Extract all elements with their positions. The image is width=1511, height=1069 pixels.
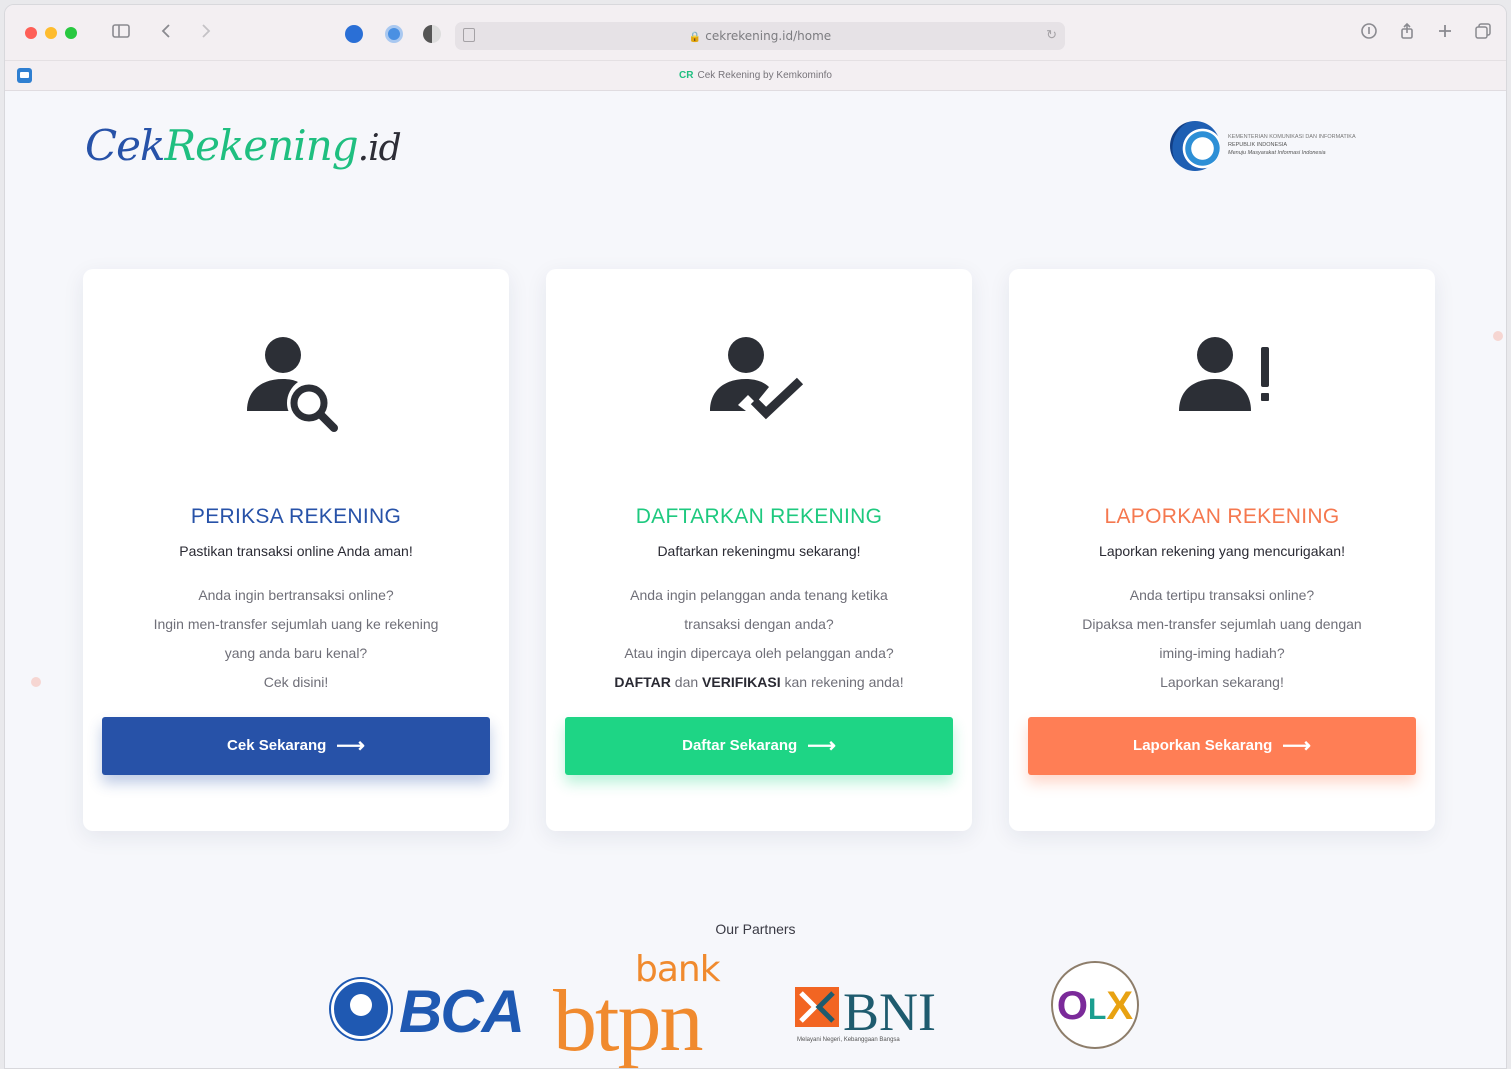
kominfo-emblem-icon: [1170, 121, 1220, 171]
user-search-icon: [241, 331, 351, 441]
extension-darkmode-icon[interactable]: [423, 25, 441, 43]
olx-letter-o: O: [1056, 984, 1089, 1028]
desc-line: Atau ingin dipercaya oleh pelanggan anda…: [624, 645, 894, 661]
logo-text-rekening: Rekening: [164, 121, 358, 170]
extension-privacy-icon[interactable]: [345, 25, 363, 43]
desc-bold: DAFTAR: [614, 674, 671, 690]
window-controls: [25, 27, 77, 39]
laporkan-sekarang-button[interactable]: Laporkan Sekarang ⟶: [1028, 717, 1416, 775]
bca-seal-icon: [331, 979, 391, 1039]
desc-line: Laporkan sekarang!: [1160, 674, 1284, 690]
url-text: cekrekening.id/home: [705, 29, 832, 43]
arrow-right-icon: ⟶: [1282, 735, 1311, 757]
desc-line: Cek disini!: [263, 674, 329, 690]
browser-toolbar: 🔒 cekrekening.id/home ↻: [5, 5, 1506, 61]
bni-mark-icon: [795, 987, 839, 1027]
cekrekening-logo[interactable]: CekRekening.id: [85, 121, 402, 170]
desc-line: iming-iming hadiah?: [1159, 645, 1285, 661]
card-title: PERIKSA REKENING: [190, 505, 402, 528]
decorative-dot: [31, 677, 41, 687]
card-subtitle: Pastikan transaksi online Anda aman!: [179, 543, 413, 559]
page-content: CekRekening.id KEMENTERIAN KOMUNIKASI DA…: [5, 91, 1506, 1069]
share-icon[interactable]: [1395, 21, 1419, 45]
bca-wordmark: BCA: [399, 978, 525, 1045]
card-description: Anda tertipu transaksi online? Dipaksa m…: [1029, 581, 1415, 697]
arrow-right-icon: ⟶: [807, 735, 836, 757]
reload-icon[interactable]: ↻: [1046, 27, 1057, 43]
olx-letter-x: X: [1106, 984, 1134, 1028]
card-periksa-rekening: PERIKSA REKENING Pastikan transaksi onli…: [83, 269, 509, 831]
partners-title: Our Partners: [715, 921, 796, 937]
tab-title: Cek Rekening by Kemkominfo: [697, 70, 832, 81]
zoom-window-button[interactable]: [65, 27, 77, 39]
ministry-country: REPUBLIK INDONESIA: [1228, 142, 1287, 148]
lock-icon: 🔒: [688, 32, 702, 43]
desc-bold: VERIFIKASI: [702, 674, 781, 690]
desc-line: Ingin men-transfer sejumlah uang ke reke…: [153, 616, 439, 632]
desc-line: transaksi dengan anda?: [684, 616, 834, 632]
decorative-dot: [1493, 331, 1503, 341]
downloads-icon[interactable]: [1357, 21, 1381, 45]
desc-line: Anda ingin bertransaksi online?: [198, 587, 394, 603]
partner-olx-logo[interactable]: OLX: [1051, 961, 1139, 1049]
new-tab-icon[interactable]: [1433, 21, 1457, 45]
card-title: LAPORKAN REKENING: [1104, 505, 1340, 528]
desc-text: dan: [670, 674, 703, 690]
partner-bca-logo[interactable]: BCA: [331, 977, 527, 1045]
back-icon[interactable]: [155, 21, 179, 45]
card-subtitle: Daftarkan rekeningmu sekarang!: [657, 543, 861, 559]
desc-line: Dipaksa men-transfer sejumlah uang denga…: [1082, 616, 1362, 632]
tab-favicon: CR: [679, 70, 694, 81]
card-title: DAFTARKAN REKENING: [635, 505, 883, 528]
desc-line: Anda ingin pelanggan anda tenang ketika: [630, 587, 888, 603]
forward-icon[interactable]: [193, 21, 217, 45]
daftar-sekarang-button[interactable]: Daftar Sekarang ⟶: [565, 717, 953, 775]
close-window-button[interactable]: [25, 27, 37, 39]
logo-text-cek: Cek: [85, 121, 165, 170]
ministry-tagline: Menuju Masyarakat Informasi Indonesia: [1228, 150, 1326, 156]
olx-letter-l: L: [1088, 993, 1107, 1026]
card-laporkan-rekening: LAPORKAN REKENING Laporkan rekening yang…: [1009, 269, 1435, 831]
desc-line: yang anda baru kenal?: [224, 645, 368, 661]
sidebar-toggle-icon[interactable]: [109, 21, 133, 45]
browser-window: 🔒 cekrekening.id/home ↻ CR Cek Rekening by…: [4, 4, 1507, 1069]
extension-blocker-icon[interactable]: [385, 25, 403, 43]
desc-line: Anda tertipu transaksi online?: [1129, 587, 1315, 603]
btpn-wordmark: btpn: [553, 973, 703, 1069]
card-description: Anda ingin bertransaksi online? Ingin me…: [103, 581, 489, 697]
cek-sekarang-button[interactable]: Cek Sekarang ⟶: [102, 717, 490, 775]
active-tab[interactable]: CR Cek Rekening by Kemkominfo: [5, 70, 1506, 81]
logo-text-domain: .id: [357, 128, 402, 169]
user-check-icon: [704, 331, 814, 441]
desc-text: kan rekening anda!: [780, 674, 904, 690]
bni-tagline: Melayani Negeri, Kebanggaan Bangsa: [797, 1037, 900, 1043]
card-daftarkan-rekening: DAFTARKAN REKENING Daftarkan rekeningmu …: [546, 269, 972, 831]
bni-wordmark: BNI: [843, 982, 936, 1042]
card-subtitle: Laporkan rekening yang mencurigakan!: [1099, 543, 1345, 559]
address-bar[interactable]: 🔒 cekrekening.id/home ↻: [455, 22, 1065, 50]
button-label: Daftar Sekarang: [682, 737, 798, 754]
partner-bni-logo[interactable]: BNI Melayani Negeri, Kebanggaan Bangsa: [795, 981, 955, 1051]
button-label: Laporkan Sekarang: [1133, 737, 1273, 754]
tab-bar: CR Cek Rekening by Kemkominfo: [5, 61, 1506, 91]
service-cards: PERIKSA REKENING Pastikan transaksi onli…: [83, 269, 1435, 831]
arrow-right-icon: ⟶: [336, 735, 365, 757]
button-label: Cek Sekarang: [227, 737, 327, 754]
kominfo-logo[interactable]: KEMENTERIAN KOMUNIKASI DAN INFORMATIKA R…: [1170, 119, 1440, 173]
ministry-name: KEMENTERIAN KOMUNIKASI DAN INFORMATIKA: [1228, 134, 1356, 140]
partner-btpn-logo[interactable]: bank btpn: [553, 949, 753, 1069]
tab-overview-icon[interactable]: [1471, 21, 1495, 45]
desc-line: DAFTAR dan VERIFIKASI kan rekening anda!: [566, 668, 952, 697]
card-description: Anda ingin pelanggan anda tenang ketika …: [566, 581, 952, 697]
user-alert-icon: [1167, 331, 1277, 441]
minimize-window-button[interactable]: [45, 27, 57, 39]
